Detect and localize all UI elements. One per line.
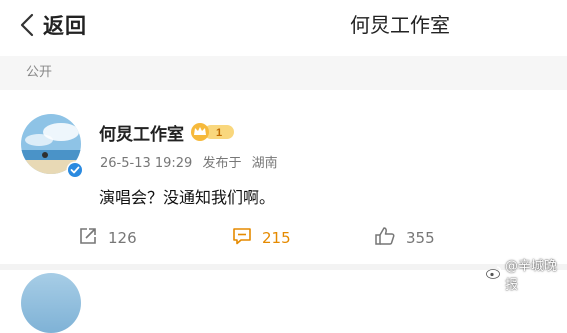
- visibility-label: 公开: [26, 65, 53, 80]
- repost-button[interactable]: 126: [78, 222, 137, 254]
- vip-badge[interactable]: 1: [190, 122, 236, 142]
- watermark-text: @辛城晚报: [505, 259, 558, 293]
- post-divider: [0, 264, 567, 270]
- next-post-avatar[interactable]: [21, 273, 81, 333]
- back-button[interactable]: 返回: [20, 8, 87, 42]
- vip-level-text: 1: [216, 127, 222, 139]
- repost-icon: [78, 226, 98, 250]
- like-count: 355: [406, 229, 435, 247]
- weibo-logo-icon: [486, 265, 505, 283]
- post-author-row: 何炅工作室 1: [99, 118, 236, 146]
- verified-badge-icon: [66, 161, 84, 179]
- page-title: 何炅工作室: [350, 13, 450, 37]
- like-button[interactable]: 355: [374, 222, 435, 254]
- post-source: 发布于: [202, 156, 242, 171]
- post-date: 26-5-13 19:29: [100, 156, 193, 171]
- chevron-left-icon: [20, 13, 34, 37]
- post-meta: 26-5-13 19:29 发布于 湖南: [100, 152, 278, 171]
- watermark: @辛城晚报: [486, 255, 567, 293]
- top-nav-bar: 返回 何炅工作室: [0, 0, 567, 48]
- comment-count: 215: [262, 229, 291, 247]
- comment-icon: [232, 226, 252, 250]
- thumbs-up-icon: [374, 226, 396, 250]
- comment-button[interactable]: 215: [232, 222, 291, 254]
- repost-count: 126: [108, 229, 137, 247]
- post-text: 演唱会？没通知我们啊。: [99, 188, 276, 207]
- username[interactable]: 何炅工作室: [99, 120, 184, 145]
- action-bar: 126 215 355: [0, 222, 567, 254]
- back-label: 返回: [43, 14, 87, 38]
- visibility-bar: 公开: [0, 56, 567, 90]
- post-location: 湖南: [251, 156, 278, 171]
